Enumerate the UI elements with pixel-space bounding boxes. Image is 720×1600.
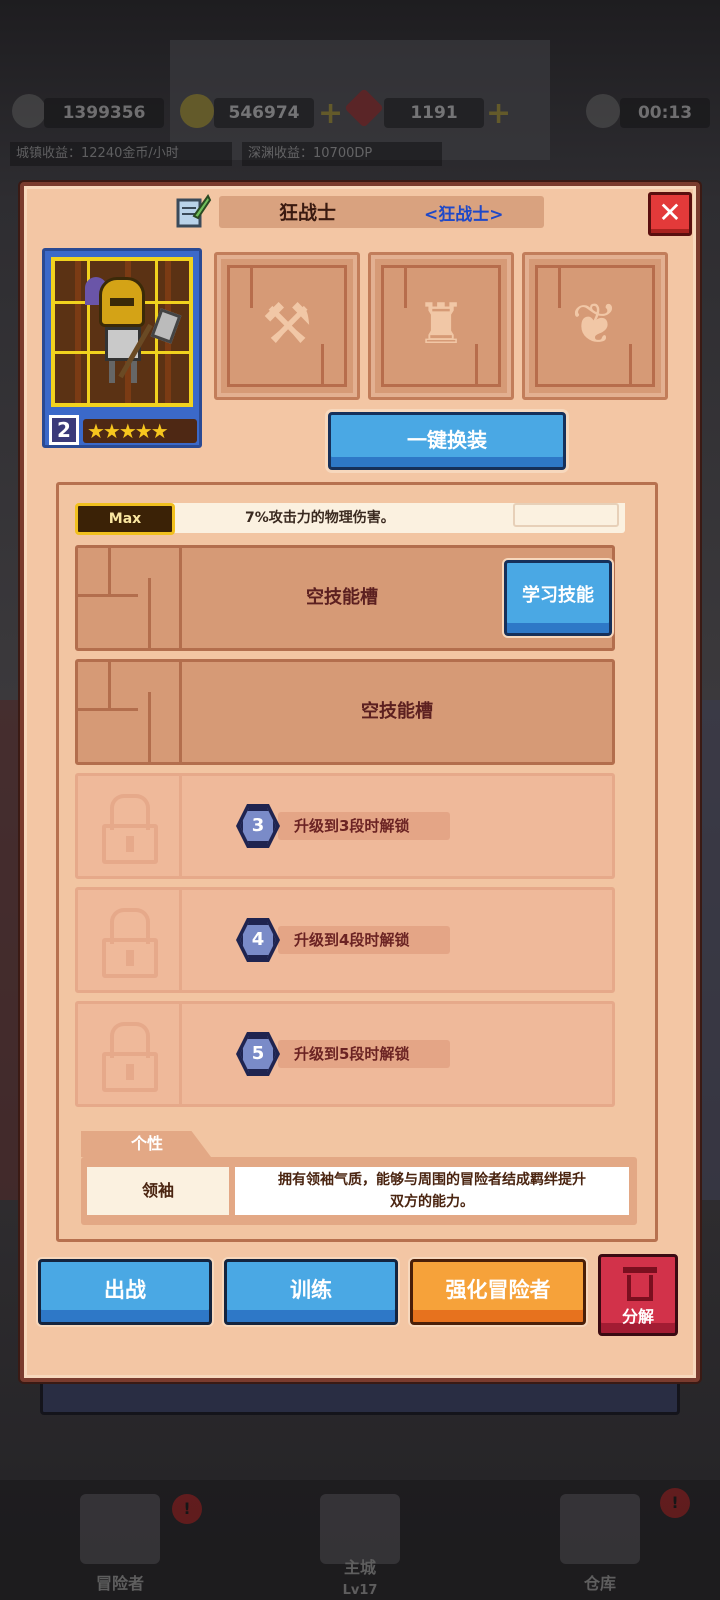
hero-stars: ★★★★★ <box>83 419 197 443</box>
nav-main-city[interactable]: 主城 Lv17 <box>240 1480 480 1600</box>
main-city-level: Lv17 <box>342 1583 378 1598</box>
power-icon <box>12 94 46 128</box>
slot-pattern-icon <box>78 662 182 762</box>
learn-skill-button[interactable]: 学习技能 <box>504 560 612 636</box>
gem-icon <box>344 88 384 128</box>
abyss-income: 深渊收益：10700DP <box>242 142 442 166</box>
enhance-adventurer-button[interactable]: 强化冒险者 <box>410 1259 586 1325</box>
max-badge: Max <box>75 503 175 535</box>
nav-adventurers[interactable]: ! 冒险者 <box>0 1480 240 1600</box>
unlock-requirement: 升级到5段时解锁 <box>278 1040 450 1068</box>
trait-tab: 个性 <box>81 1131 211 1157</box>
equip-all-button[interactable]: 一键换装 <box>328 412 566 470</box>
trait-desc-line2: 双方的能力。 <box>390 1194 474 1210</box>
add-gold-icon[interactable]: + <box>318 96 343 131</box>
alert-badge-icon: ! <box>172 1494 202 1524</box>
empty-skill-slot[interactable]: 空技能槽 学习技能 <box>75 545 615 651</box>
equip-slot-weapon[interactable]: ⚒ <box>214 252 360 400</box>
timer-value: 00:13 <box>620 98 710 128</box>
portrait-stripe <box>75 261 81 403</box>
nav-warehouse-label: 仓库 <box>583 1574 616 1593</box>
hero-class: <狂战士> <box>424 205 504 225</box>
skill-level-box <box>513 503 619 527</box>
lock-icon <box>78 890 182 990</box>
scroll-quill-icon <box>176 194 212 228</box>
trait-description: 拥有领袖气质，能够与周围的冒险者结成羁绊提升 双方的能力。 <box>235 1167 629 1215</box>
close-button[interactable]: ✕ <box>648 192 692 236</box>
nav-main-city-label: 主城 <box>343 1558 376 1577</box>
slot-pattern-icon <box>78 548 182 648</box>
knight-helmet-icon <box>99 277 145 327</box>
top-hud: 1399356 546974 + 1191 + 00:13 城镇收益：12240… <box>0 88 720 168</box>
accessory-icon: ❦ <box>571 292 619 357</box>
trait-name: 领袖 <box>87 1167 229 1215</box>
power-value: 1399356 <box>44 98 164 128</box>
lock-icon <box>78 1004 182 1104</box>
train-button[interactable]: 训练 <box>224 1259 398 1325</box>
portrait-frame <box>51 257 193 407</box>
axe-icon: ⚒ <box>261 292 313 357</box>
empty-slot-label: 空技能槽 <box>361 701 433 722</box>
hero-detail-panel: 狂战士 <狂战士> ✕ 2 ★★★★★ ⚒ ♜ ❦ 一键换装 7%攻击力的物理伤… <box>20 182 700 1382</box>
hero-name: 狂战士 <box>279 202 337 224</box>
hero-portrait[interactable]: 2 ★★★★★ <box>42 248 202 448</box>
locked-skill-slot: 升级到5段时解锁 5 <box>75 1001 615 1107</box>
locked-skill-slot: 升级到4段时解锁 4 <box>75 887 615 993</box>
clock-icon <box>586 94 620 128</box>
bottom-nav: ! 冒险者 主城 Lv17 ! 仓库 <box>0 1480 720 1600</box>
nav-warehouse[interactable]: ! 仓库 <box>480 1480 720 1600</box>
equip-slot-armor[interactable]: ♜ <box>368 252 514 400</box>
trait-box: 领袖 拥有领袖气质，能够与周围的冒险者结成羁绊提升 双方的能力。 <box>81 1157 637 1225</box>
empty-skill-slot[interactable]: 空技能槽 <box>75 659 615 765</box>
trash-icon <box>623 1267 657 1301</box>
warehouse-icon <box>560 1494 640 1564</box>
skill-area: 7%攻击力的物理伤害。 Max 空技能槽 学习技能 空技能槽 升级到3段时解锁 … <box>56 482 658 1242</box>
gold-value: 546974 <box>214 98 314 128</box>
dismantle-label: 分解 <box>621 1307 654 1326</box>
lock-icon <box>78 776 182 876</box>
alert-badge-icon: ! <box>660 1488 690 1518</box>
unlock-requirement: 升级到4段时解锁 <box>278 926 450 954</box>
dismantle-button[interactable]: 分解 <box>598 1254 678 1336</box>
gold-coin-icon <box>180 94 214 128</box>
unlock-requirement: 升级到3段时解锁 <box>278 812 450 840</box>
add-gem-icon[interactable]: + <box>486 96 511 131</box>
hero-level-badge: 2 <box>49 415 79 445</box>
trait-desc-line1: 拥有领袖气质，能够与周围的冒险者结成羁绊提升 <box>278 1172 586 1188</box>
skill-list[interactable]: 7%攻击力的物理伤害。 Max 空技能槽 学习技能 空技能槽 升级到3段时解锁 … <box>75 503 645 1113</box>
deploy-button[interactable]: 出战 <box>38 1259 212 1325</box>
skill-description: 7%攻击力的物理伤害。 <box>245 510 395 526</box>
gem-value: 1191 <box>384 98 484 128</box>
adventurer-icon <box>80 1494 160 1564</box>
empty-slot-label: 空技能槽 <box>306 587 378 608</box>
locked-skill-slot: 升级到3段时解锁 3 <box>75 773 615 879</box>
armor-icon: ♜ <box>415 292 467 357</box>
equip-slot-accessory[interactable]: ❦ <box>522 252 668 400</box>
town-income: 城镇收益：12240金币/小时 <box>10 142 232 166</box>
nav-adventurers-label: 冒险者 <box>95 1574 144 1593</box>
